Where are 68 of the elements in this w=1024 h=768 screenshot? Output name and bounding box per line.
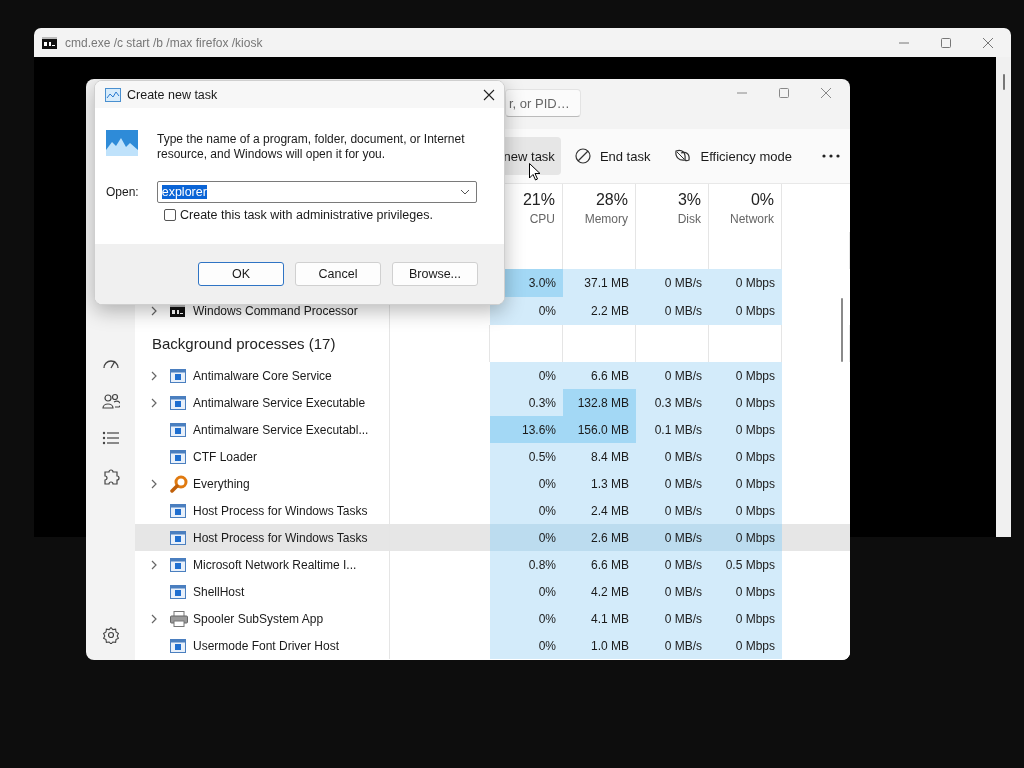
table-cell: 0 Mbps — [709, 269, 782, 297]
table-cell: 0 Mbps — [709, 470, 782, 497]
process-name: Antimalware Service Executable — [193, 395, 366, 410]
table-cell: 0 MB/s — [636, 470, 709, 497]
process-name: Everything — [193, 476, 250, 491]
table-cell: 0% — [490, 470, 563, 497]
table-cell: 0 MB/s — [636, 605, 709, 632]
group-heading: Background processes (17) — [151, 335, 336, 352]
table-cell: 0% — [490, 632, 563, 659]
table-cell: 0 Mbps — [709, 416, 782, 443]
instruction-text: Type the name of a program, folder, document, or Internet resource, and Windows will open it for you. — [157, 132, 466, 162]
window-title: cmd.exe /c start /b /max firefox /kiosk — [65, 35, 264, 50]
dialog-title: Create new task — [127, 87, 219, 102]
table-cell: 0 Mbps — [709, 605, 782, 632]
table-cell: 0 MB/s — [636, 524, 709, 551]
table-cell: 0 Mbps — [709, 297, 782, 325]
table-cell: 1.3 MB — [563, 470, 636, 497]
field-label: Open: — [106, 185, 139, 199]
table-cell: 0.5% — [490, 443, 563, 470]
table-cell: 0 Mbps — [709, 362, 782, 389]
table-cell: 0% — [490, 362, 563, 389]
table-cell: 4.2 MB — [563, 578, 636, 605]
table-cell: 6.6 MB — [563, 362, 636, 389]
table-cell: 132.8 MB — [563, 389, 636, 416]
process-name: ShellHost — [193, 584, 245, 599]
table-cell: 0 MB/s — [636, 578, 709, 605]
table-cell: 0.5 Mbps — [709, 551, 782, 578]
process-name: Windows Command Processor — [193, 304, 358, 318]
table-cell: 0 MB/s — [636, 551, 709, 578]
table-cell: 37.1 MB — [563, 269, 636, 297]
process-name: Host Process for Windows Tasks — [193, 503, 368, 518]
table-cell: 156.0 MB — [563, 416, 636, 443]
table-cell: 0% — [490, 605, 563, 632]
table-cell: 0.3 MB/s — [636, 389, 709, 416]
table-cell: 0.8% — [490, 551, 563, 578]
table-cell: 0 Mbps — [709, 497, 782, 524]
process-name: Host Process for Windows Tasks — [193, 530, 368, 545]
table-cell: 0 Mbps — [709, 632, 782, 659]
process-name: Antimalware Core Service — [193, 368, 332, 383]
process-name: Antimalware Service Executabl... — [193, 422, 369, 437]
table-cell: 0.1 MB/s — [636, 416, 709, 443]
table-cell: 0 MB/s — [636, 362, 709, 389]
table-cell: 2.4 MB — [563, 497, 636, 524]
process-name: Usermode Font Driver Host — [193, 638, 340, 653]
table-cell: 0% — [490, 497, 563, 524]
table-cell: 0 Mbps — [709, 524, 782, 551]
table-cell: 0% — [490, 578, 563, 605]
table-cell: 0% — [490, 524, 563, 551]
process-name: Microsoft Network Realtime I... — [193, 557, 357, 572]
table-cell: 0 Mbps — [709, 389, 782, 416]
process-name: Spooler SubSystem App — [193, 611, 324, 626]
table-cell: 0 Mbps — [709, 578, 782, 605]
table-cell: 0 MB/s — [636, 443, 709, 470]
table-cell: 0 MB/s — [636, 632, 709, 659]
table-cell: 0 MB/s — [636, 269, 709, 297]
table-cell: 8.4 MB — [563, 443, 636, 470]
table-cell: 6.6 MB — [563, 551, 636, 578]
table-cell: 0 MB/s — [636, 297, 709, 325]
table-cell: 13.6% — [490, 416, 563, 443]
table-cell: 2.2 MB — [563, 297, 636, 325]
table-cell: 4.1 MB — [563, 605, 636, 632]
table-cell: 2.6 MB — [563, 524, 636, 551]
process-name: CTF Loader — [193, 449, 258, 464]
table-cell: 0.3% — [490, 389, 563, 416]
table-cell: 1.0 MB — [563, 632, 636, 659]
table-cell: 0% — [490, 297, 563, 325]
table-cell: 0 Mbps — [709, 443, 782, 470]
table-cell: 0 MB/s — [636, 497, 709, 524]
